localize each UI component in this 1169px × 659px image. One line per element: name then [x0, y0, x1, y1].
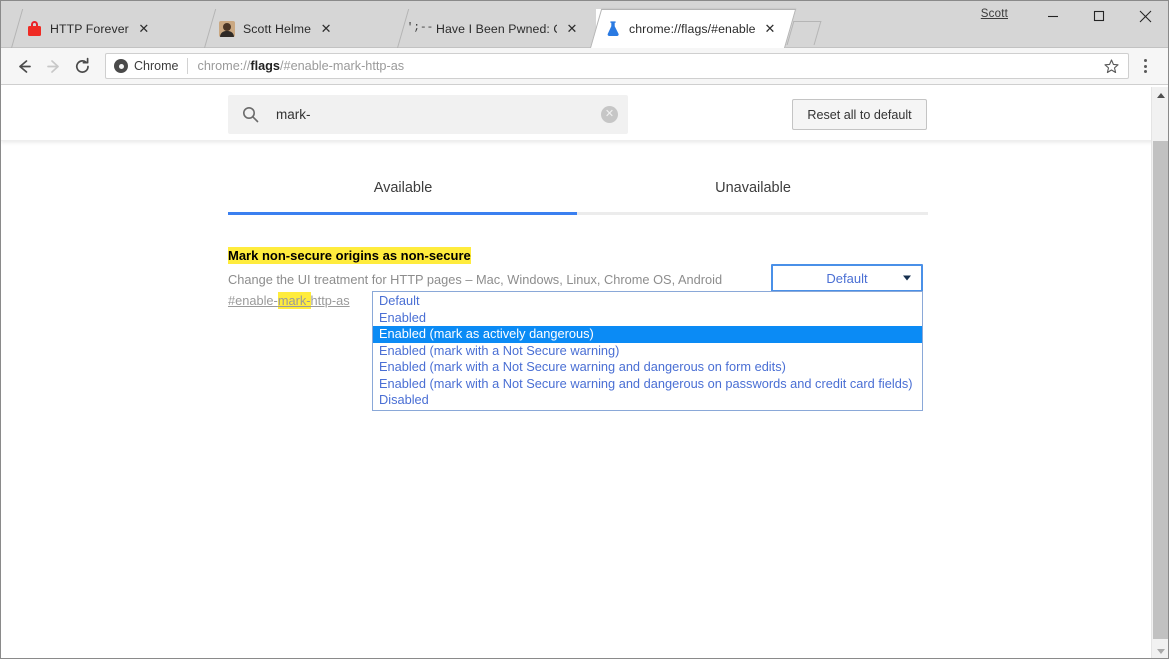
- clear-search-icon[interactable]: ✕: [601, 106, 618, 123]
- close-icon[interactable]: [1122, 1, 1168, 31]
- back-arrow-icon[interactable]: [10, 52, 39, 81]
- url-host: flags: [250, 59, 280, 73]
- scroll-up-icon[interactable]: [1152, 87, 1168, 104]
- flag-title: Mark non-secure origins as non-secure: [228, 247, 471, 264]
- flag-value-select[interactable]: Default: [771, 264, 923, 292]
- forward-arrow-icon: [39, 52, 68, 81]
- tab-available-label: Available: [373, 180, 433, 196]
- url-suffix: /#enable-mark-http-as: [279, 59, 405, 73]
- url-text: chrome://flags/#enable-mark-http-as: [197, 59, 404, 73]
- address-bar[interactable]: Chrome chrome://flags/#enable-mark-http-…: [105, 53, 1129, 79]
- permalink-suffix: http-as: [310, 293, 350, 308]
- chrome-browser-window: HTTP Forever ✕ Scott Helme ✕ ';-- Have I…: [0, 0, 1169, 659]
- window-controls: [1030, 1, 1168, 31]
- scrollbar-thumb[interactable]: [1153, 141, 1168, 639]
- tab-title: Have I Been Pwned: Chec: [436, 21, 557, 36]
- tab-close-icon[interactable]: ✕: [761, 20, 779, 38]
- page-scrollbar[interactable]: [1151, 87, 1168, 658]
- tab-close-icon[interactable]: ✕: [135, 20, 153, 38]
- blue-flask-icon: [604, 20, 622, 38]
- security-chip[interactable]: Chrome: [114, 59, 178, 73]
- profile-name-label[interactable]: Scott: [981, 8, 1008, 20]
- browser-tab-chrome-flags[interactable]: chrome://flags/#enable-m ✕: [590, 9, 797, 48]
- option-enabled-actively-dangerous[interactable]: Enabled (mark as actively dangerous): [373, 326, 922, 343]
- option-enabled-form-edits[interactable]: Enabled (mark with a Not Secure warning …: [373, 359, 922, 376]
- tab-unavailable-label: Unavailable: [715, 180, 791, 196]
- security-chip-label: Chrome: [134, 59, 179, 73]
- flag-select-value: Default: [826, 270, 868, 286]
- tab-title: chrome://flags/#enable-m: [629, 21, 755, 36]
- flag-permalink[interactable]: #enable-mark-http-as: [228, 292, 350, 309]
- option-default[interactable]: Default: [373, 293, 922, 310]
- red-padlock-icon: [25, 20, 43, 38]
- option-enabled-not-secure-warning[interactable]: Enabled (mark with a Not Secure warning): [373, 343, 922, 360]
- browser-toolbar: Chrome chrome://flags/#enable-mark-http-…: [1, 48, 1168, 85]
- bookmark-star-icon[interactable]: [1100, 55, 1122, 77]
- tab-available[interactable]: Available: [228, 168, 578, 214]
- option-disabled[interactable]: Disabled: [373, 392, 922, 409]
- option-enabled[interactable]: Enabled: [373, 310, 922, 327]
- chevron-down-icon: [903, 275, 911, 281]
- new-tab-button[interactable]: [786, 21, 822, 45]
- permalink-prefix: #enable-: [228, 293, 278, 308]
- tab-unavailable[interactable]: Unavailable: [578, 168, 928, 214]
- browser-tab-http-forever[interactable]: HTTP Forever ✕: [11, 9, 203, 48]
- sql-comment-glyph: ';--: [406, 22, 434, 34]
- flag-title-row: Mark non-secure origins as non-secure: [228, 247, 928, 265]
- search-icon: [242, 106, 262, 123]
- tab-title: HTTP Forever: [50, 21, 129, 36]
- search-box[interactable]: ✕: [228, 95, 628, 134]
- chrome-logo-icon: [114, 59, 128, 73]
- reload-icon[interactable]: [68, 52, 97, 81]
- search-input[interactable]: [274, 106, 601, 123]
- flags-tabs: Available Unavailable: [228, 168, 928, 214]
- tab-strip: HTTP Forever ✕ Scott Helme ✕ ';-- Have I…: [1, 1, 1168, 48]
- flag-options-dropdown[interactable]: Default Enabled Enabled (mark as activel…: [372, 291, 923, 411]
- chip-divider: [187, 58, 189, 74]
- minimize-icon[interactable]: [1030, 1, 1076, 31]
- tab-close-icon[interactable]: ✕: [317, 20, 335, 38]
- sql-comment-icon: ';--: [407, 20, 433, 38]
- active-tab-indicator: [228, 212, 577, 215]
- flags-tabs-underline: [228, 212, 928, 215]
- tab-close-icon[interactable]: ✕: [563, 20, 581, 38]
- permalink-highlight: mark-: [277, 292, 311, 309]
- option-enabled-passwords-credit-cards[interactable]: Enabled (mark with a Not Secure warning …: [373, 376, 922, 393]
- browser-tab-scott-helme[interactable]: Scott Helme ✕: [204, 9, 396, 48]
- chrome-menu-icon[interactable]: [1131, 52, 1159, 81]
- avatar-photo-icon: [218, 20, 236, 38]
- reset-all-to-default-button[interactable]: Reset all to default: [792, 99, 927, 130]
- tab-title: Scott Helme: [243, 21, 312, 36]
- url-prefix: chrome://: [197, 59, 251, 73]
- scroll-down-icon[interactable]: [1152, 643, 1168, 658]
- maximize-icon[interactable]: [1076, 1, 1122, 31]
- browser-tab-have-i-been-pwned[interactable]: ';-- Have I Been Pwned: Chec ✕: [397, 9, 599, 48]
